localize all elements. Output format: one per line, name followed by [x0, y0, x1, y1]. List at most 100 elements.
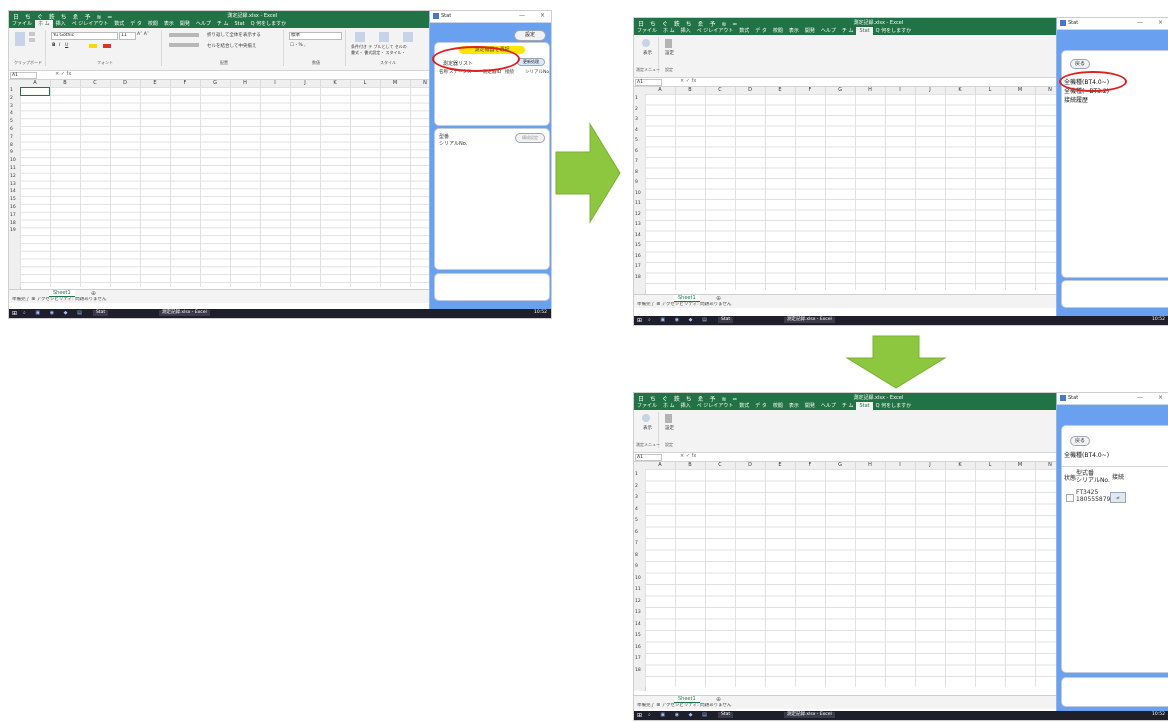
column-header[interactable]: G: [825, 462, 856, 469]
tab-formulas[interactable]: 数式: [736, 27, 752, 35]
windows-start-icon[interactable]: ⊞: [637, 317, 642, 324]
tab-review[interactable]: 校閲: [770, 27, 786, 35]
add-sheet-icon[interactable]: ⊕: [91, 290, 96, 297]
row-header[interactable]: 13: [9, 181, 20, 189]
add-sheet-icon[interactable]: ⊕: [716, 696, 721, 703]
row-header[interactable]: 5: [634, 136, 645, 147]
tab-insert[interactable]: 挿入: [678, 27, 694, 35]
font-color-icon[interactable]: [103, 44, 111, 48]
column-header[interactable]: L: [975, 87, 1006, 94]
tab-home[interactable]: ホ ム: [35, 20, 53, 28]
tab-help[interactable]: ヘルプ: [818, 402, 839, 410]
column-header[interactable]: G: [825, 87, 856, 94]
column-header[interactable]: D: [110, 80, 141, 87]
row-header[interactable]: 16: [634, 252, 645, 263]
column-header[interactable]: J: [915, 87, 946, 94]
row-header[interactable]: 7: [634, 157, 645, 168]
row-header[interactable]: 16: [9, 204, 20, 212]
tab-developer[interactable]: 開発: [802, 402, 818, 410]
font-name-select[interactable]: Yu Gothic: [51, 32, 118, 40]
row-header[interactable]: 15: [634, 630, 645, 642]
sheet-tab-sheet1[interactable]: Sheet1: [674, 696, 700, 703]
row-header[interactable]: 14: [9, 188, 20, 196]
column-header[interactable]: B: [675, 462, 706, 469]
tab-developer[interactable]: 開発: [177, 20, 193, 28]
name-box[interactable]: A1: [635, 79, 662, 86]
format-table-icon[interactable]: [379, 32, 389, 42]
column-header[interactable]: J: [915, 462, 946, 469]
column-header[interactable]: E: [140, 80, 171, 87]
formula-icons[interactable]: × ✓ fx: [680, 453, 696, 459]
taskbar-pinned-icons[interactable]: ⌕ ▣ ◉ ◆ ▤: [648, 712, 711, 718]
wrap-text-button[interactable]: 折り返して全体を表示する: [207, 32, 261, 38]
row-header[interactable]: 3: [634, 115, 645, 126]
tab-view[interactable]: 表示: [786, 27, 802, 35]
search-icon[interactable]: [642, 414, 650, 422]
tab-team[interactable]: チ ム: [839, 402, 857, 410]
row-header[interactable]: 6: [634, 527, 645, 539]
row-header[interactable]: 15: [9, 196, 20, 204]
column-header[interactable]: F: [795, 87, 826, 94]
taskbar-app-excel[interactable]: 測定記録.xlsx - Excel: [159, 310, 210, 316]
column-header[interactable]: M: [1005, 87, 1036, 94]
cell-grid[interactable]: [20, 87, 429, 287]
column-header[interactable]: D: [735, 87, 766, 94]
windows-start-icon[interactable]: ⊞: [12, 310, 17, 317]
close-icon[interactable]: ×: [1158, 394, 1163, 401]
row-header[interactable]: 11: [634, 199, 645, 210]
cut-icon[interactable]: [29, 32, 35, 36]
column-header[interactable]: A: [20, 80, 51, 87]
row-header[interactable]: 3: [634, 492, 645, 504]
column-header[interactable]: I: [885, 462, 916, 469]
row-header[interactable]: 17: [9, 212, 20, 220]
row-header[interactable]: 16: [634, 642, 645, 654]
connect-icon[interactable]: ⇄: [1110, 492, 1126, 503]
column-header[interactable]: C: [705, 462, 736, 469]
tab-file[interactable]: ファイル: [634, 27, 660, 35]
row-header[interactable]: 3: [9, 103, 20, 111]
row-header[interactable]: 4: [9, 110, 20, 118]
taskbar-app-stat[interactable]: Stat: [93, 310, 109, 316]
taskbar-pinned-icons[interactable]: ⌕ ▣ ◉ ◆ ▤: [23, 310, 86, 316]
refresh-button[interactable]: 更新処理: [517, 58, 545, 66]
tab-data[interactable]: デ タ: [752, 402, 770, 410]
row-header[interactable]: 11: [634, 584, 645, 596]
column-header[interactable]: D: [735, 462, 766, 469]
taskbar-app-stat[interactable]: Stat: [718, 712, 734, 718]
name-box[interactable]: A1: [635, 454, 662, 461]
taskbar-pinned-icons[interactable]: ⌕ ▣ ◉ ◆ ▤: [648, 317, 711, 323]
column-header[interactable]: E: [765, 87, 796, 94]
tab-tell-me[interactable]: Q 何をしますか: [248, 20, 290, 28]
tab-formulas[interactable]: 数式: [111, 20, 127, 28]
column-header[interactable]: L: [975, 462, 1006, 469]
device-checkbox[interactable]: [1066, 494, 1074, 502]
row-header[interactable]: 6: [634, 147, 645, 158]
search-icon[interactable]: [642, 39, 650, 47]
row-header[interactable]: 14: [634, 619, 645, 631]
row-header[interactable]: 18: [9, 220, 20, 228]
tab-help[interactable]: ヘルプ: [193, 20, 214, 28]
row-header[interactable]: 9: [634, 178, 645, 189]
column-header[interactable]: A: [645, 87, 676, 94]
column-header[interactable]: F: [795, 462, 826, 469]
font-size-select[interactable]: 11: [119, 32, 136, 40]
active-cell-a1[interactable]: [20, 87, 50, 96]
ribbon-settings-button[interactable]: 設定: [665, 425, 674, 431]
row-header[interactable]: 10: [634, 189, 645, 200]
merge-center-button[interactable]: セルを結合して中央揃え: [207, 43, 256, 49]
tab-data[interactable]: デ タ: [752, 27, 770, 35]
add-sheet-icon[interactable]: ⊕: [716, 295, 721, 302]
column-header[interactable]: H: [855, 87, 886, 94]
row-header[interactable]: 8: [634, 168, 645, 179]
tab-stat[interactable]: Stat: [231, 20, 247, 28]
underline-icon[interactable]: U: [65, 43, 68, 48]
row-header[interactable]: 1: [634, 469, 645, 481]
tab-insert[interactable]: 挿入: [678, 402, 694, 410]
back-button[interactable]: 戻る: [1070, 59, 1090, 69]
column-header[interactable]: K: [320, 80, 351, 87]
cell-grid[interactable]: [645, 469, 1056, 687]
row-header[interactable]: 10: [634, 573, 645, 585]
align-top-icon[interactable]: [169, 33, 199, 37]
tab-home[interactable]: ホ ム: [660, 27, 678, 35]
italic-icon[interactable]: I: [59, 43, 60, 48]
